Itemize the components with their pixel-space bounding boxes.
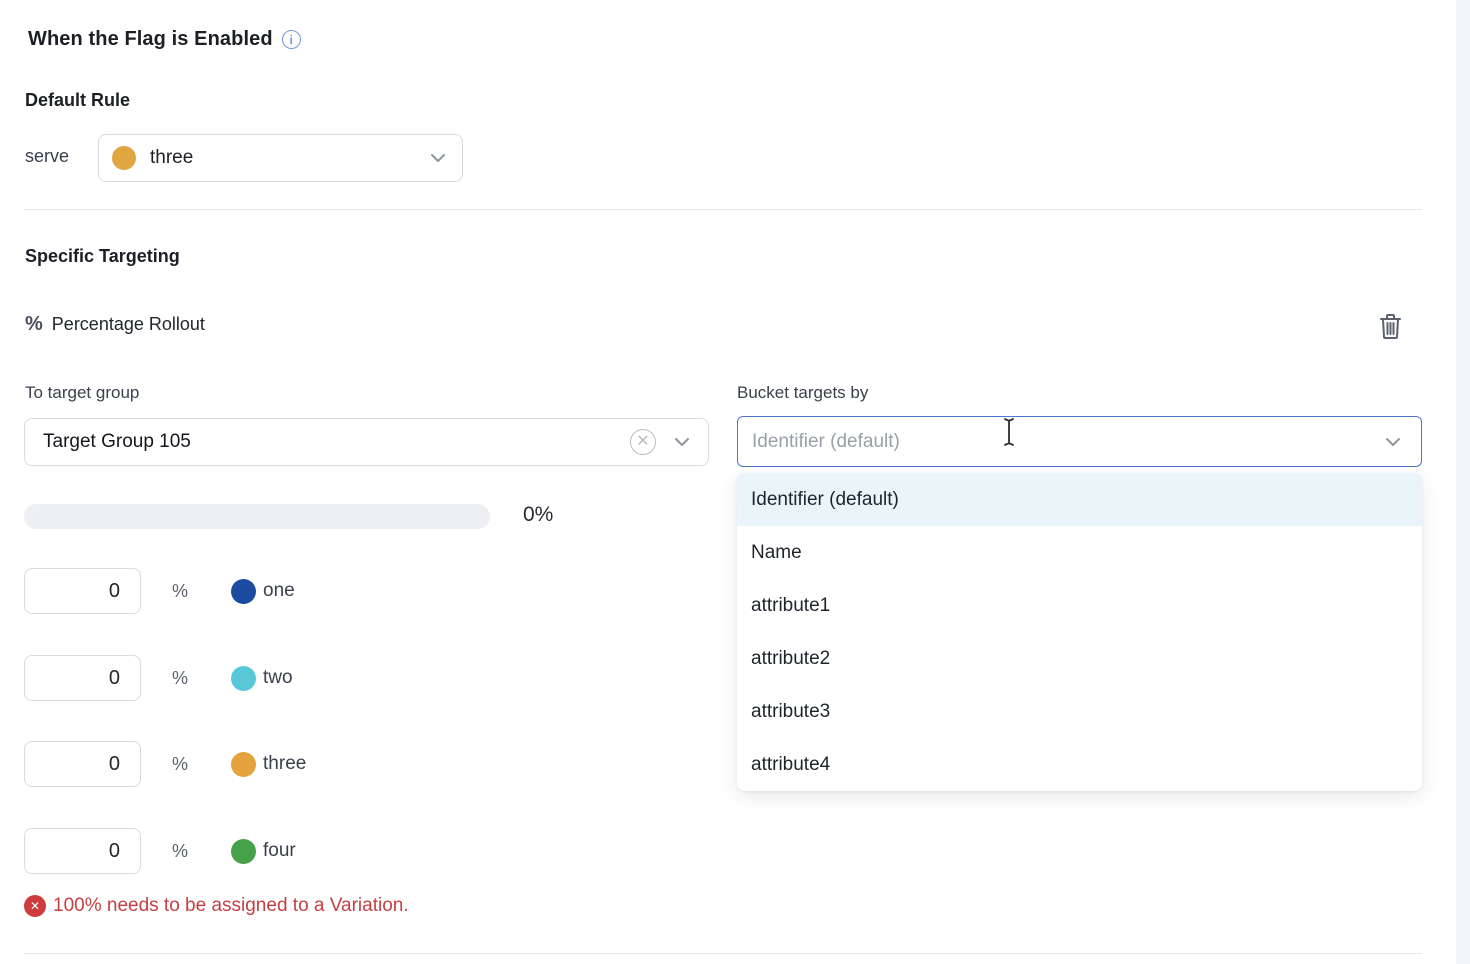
chevron-down-icon	[674, 437, 690, 447]
clear-selection-icon[interactable]: ✕	[630, 429, 656, 455]
page-title-row: When the Flag is Enabled i	[28, 28, 301, 51]
percentage-rollout-title: Percentage Rollout	[52, 314, 205, 335]
bucket-option[interactable]: attribute1	[737, 579, 1422, 632]
default-rule-heading: Default Rule	[25, 90, 130, 111]
variation-color-dot	[112, 146, 136, 170]
page-background-edge	[1456, 0, 1470, 964]
variation-color-dot	[231, 666, 256, 691]
variation-row: % three	[24, 741, 306, 787]
variation-color-dot	[231, 839, 256, 864]
validation-error-text: 100% needs to be assigned to a Variation…	[53, 895, 409, 917]
delete-rule-button[interactable]	[1372, 308, 1408, 344]
percent-sign: %	[172, 841, 188, 862]
percent-sign: %	[172, 754, 188, 775]
page-title: When the Flag is Enabled	[28, 28, 273, 51]
trash-icon	[1379, 313, 1402, 340]
bucket-targets-input[interactable]: Identifier (default)	[737, 416, 1422, 467]
specific-targeting-heading: Specific Targeting	[25, 246, 180, 267]
variation-percent-input[interactable]	[24, 828, 141, 874]
bucket-targets-label: Bucket targets by	[737, 383, 868, 403]
percent-icon: %	[25, 313, 43, 336]
bucket-option[interactable]: Name	[737, 526, 1422, 579]
section-divider	[24, 209, 1422, 210]
variation-name: two	[263, 667, 293, 689]
bucket-option[interactable]: Identifier (default)	[737, 473, 1422, 526]
percent-sign: %	[172, 581, 188, 602]
variation-row: % two	[24, 655, 293, 701]
bucket-options-menu: Identifier (default) Name attribute1 att…	[737, 473, 1422, 791]
percentage-rollout-header: % Percentage Rollout	[25, 313, 205, 336]
percent-sign: %	[172, 668, 188, 689]
info-icon[interactable]: i	[282, 30, 301, 49]
variation-percent-input[interactable]	[24, 568, 141, 614]
chevron-down-icon	[1385, 437, 1401, 447]
flag-targeting-screen: When the Flag is Enabled i Default Rule …	[0, 0, 1470, 964]
variation-color-dot	[231, 579, 256, 604]
target-group-dropdown[interactable]: Target Group 105 ✕	[24, 418, 709, 466]
chevron-down-icon	[430, 153, 446, 163]
variation-row: % one	[24, 568, 295, 614]
validation-error: ✕ 100% needs to be assigned to a Variati…	[24, 895, 409, 917]
variation-percent-input[interactable]	[24, 741, 141, 787]
target-group-label: To target group	[25, 383, 139, 403]
variation-row: % four	[24, 828, 296, 874]
text-cursor-icon	[1002, 417, 1016, 447]
serve-variation-value: three	[150, 147, 430, 169]
bucket-option[interactable]: attribute2	[737, 632, 1422, 685]
rollout-progress-bar	[24, 504, 490, 529]
error-icon: ✕	[24, 895, 46, 917]
rollout-total-percent: 0%	[523, 503, 553, 527]
variation-percent-input[interactable]	[24, 655, 141, 701]
serve-label: serve	[25, 146, 69, 167]
bucket-placeholder: Identifier (default)	[752, 431, 1385, 453]
target-group-value: Target Group 105	[43, 431, 630, 453]
section-divider	[24, 953, 1422, 954]
variation-name: three	[263, 753, 306, 775]
bucket-option[interactable]: attribute4	[737, 738, 1422, 791]
variation-name: four	[263, 840, 296, 862]
variation-color-dot	[231, 752, 256, 777]
bucket-option[interactable]: attribute3	[737, 685, 1422, 738]
serve-variation-dropdown[interactable]: three	[98, 134, 463, 182]
variation-name: one	[263, 580, 295, 602]
